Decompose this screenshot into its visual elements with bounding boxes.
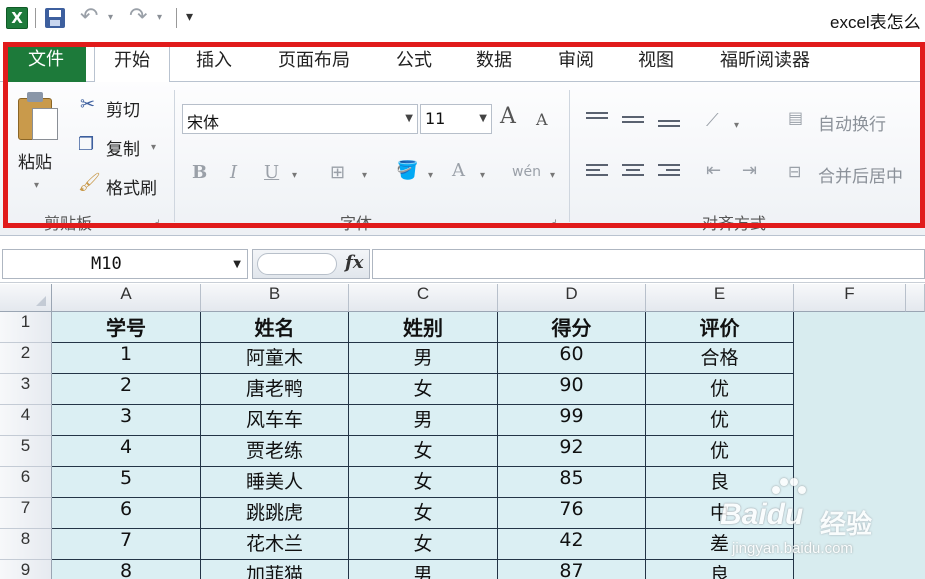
column-header[interactable]: E: [646, 284, 794, 312]
table-cell[interactable]: 加菲猫: [201, 560, 349, 579]
table-cell[interactable]: 风车车: [201, 405, 349, 436]
table-cell[interactable]: 87: [498, 560, 646, 579]
table-cell[interactable]: 睡美人: [201, 467, 349, 498]
baidu-jingyan-watermark: Baidu 经验 jingyan.baidu.com: [712, 478, 912, 578]
table-header-cell[interactable]: 姓别: [349, 312, 498, 343]
table-cell[interactable]: 阿童木: [201, 343, 349, 374]
watermark-cn: 经验: [820, 510, 873, 540]
table-header-cell[interactable]: 得分: [498, 312, 646, 343]
table-cell[interactable]: 85: [498, 467, 646, 498]
window-title: excel表怎么: [830, 13, 921, 32]
customize-toolbar-icon[interactable]: ▾: [186, 9, 193, 25]
undo-icon[interactable]: ↶: [80, 4, 98, 29]
table-cell[interactable]: 男: [349, 343, 498, 374]
table-header-cell[interactable]: 评价: [646, 312, 794, 343]
row-header[interactable]: 8: [0, 529, 52, 560]
table-cell[interactable]: 优: [646, 436, 794, 467]
table-cell[interactable]: 女: [349, 436, 498, 467]
row-header[interactable]: 6: [0, 467, 52, 498]
table-cell[interactable]: 男: [349, 405, 498, 436]
table-cell[interactable]: 女: [349, 529, 498, 560]
undo-dropdown-icon[interactable]: ▾: [108, 12, 113, 23]
excel-app-icon[interactable]: X: [6, 7, 28, 29]
insert-function-icon[interactable]: fx: [345, 252, 363, 273]
table-header-cell[interactable]: 姓名: [201, 312, 349, 343]
name-box[interactable]: M10 ▼: [2, 249, 248, 279]
redo-dropdown-icon[interactable]: ▾: [157, 12, 162, 23]
table-cell[interactable]: 90: [498, 374, 646, 405]
row-header[interactable]: 7: [0, 498, 52, 529]
table-cell[interactable]: 贾老练: [201, 436, 349, 467]
column-header[interactable]: C: [349, 284, 498, 312]
ribbon-highlight-annotation: [3, 42, 925, 228]
table-cell[interactable]: 女: [349, 374, 498, 405]
watermark-url: jingyan.baidu.com: [732, 540, 853, 557]
column-header[interactable]: F: [794, 284, 906, 312]
row-header[interactable]: 2: [0, 343, 52, 374]
toolbar-separator: [176, 8, 177, 28]
excel-window: X ↶ ▾ ↷ ▾ ▾ excel表怎么 文件 开始 插入 页面布局 公式 数据…: [0, 0, 925, 579]
table-header-cell[interactable]: 学号: [52, 312, 201, 343]
row-header[interactable]: 3: [0, 374, 52, 405]
table-cell[interactable]: 99: [498, 405, 646, 436]
table-cell[interactable]: 优: [646, 374, 794, 405]
chevron-down-icon[interactable]: ▼: [233, 259, 241, 270]
table-cell[interactable]: 3: [52, 405, 201, 436]
formula-input[interactable]: [372, 249, 925, 279]
table-cell[interactable]: 1: [52, 343, 201, 374]
formula-controls: fx: [252, 249, 370, 279]
row-header[interactable]: 4: [0, 405, 52, 436]
table-cell[interactable]: 5: [52, 467, 201, 498]
table-cell[interactable]: 76: [498, 498, 646, 529]
table-cell[interactable]: 8: [52, 560, 201, 579]
formula-bar: M10 ▼ fx: [0, 245, 925, 283]
table-cell[interactable]: 合格: [646, 343, 794, 374]
row-header[interactable]: 5: [0, 436, 52, 467]
table-cell[interactable]: 6: [52, 498, 201, 529]
quick-access-toolbar: X ↶ ▾ ↷ ▾ ▾ excel表怎么: [0, 0, 925, 36]
column-header[interactable]: B: [201, 284, 349, 312]
table-cell[interactable]: 60: [498, 343, 646, 374]
table-cell[interactable]: 优: [646, 405, 794, 436]
toolbar-separator: [35, 8, 36, 28]
table-cell[interactable]: 男: [349, 560, 498, 579]
table-cell[interactable]: 花木兰: [201, 529, 349, 560]
table-cell[interactable]: 7: [52, 529, 201, 560]
name-box-value: M10: [91, 254, 122, 274]
column-header[interactable]: D: [498, 284, 646, 312]
table-cell[interactable]: 2: [52, 374, 201, 405]
watermark-brand: Baidu: [720, 498, 804, 531]
table-cell[interactable]: 女: [349, 467, 498, 498]
table-cell[interactable]: 女: [349, 498, 498, 529]
column-header[interactable]: A: [52, 284, 201, 312]
save-icon[interactable]: [45, 8, 65, 28]
table-cell[interactable]: 42: [498, 529, 646, 560]
column-header[interactable]: [906, 284, 925, 312]
redo-icon[interactable]: ↷: [129, 4, 147, 29]
table-cell[interactable]: 92: [498, 436, 646, 467]
row-header[interactable]: 1: [0, 312, 52, 343]
table-cell[interactable]: 跳跳虎: [201, 498, 349, 529]
table-cell[interactable]: 4: [52, 436, 201, 467]
select-all-button[interactable]: [0, 284, 52, 312]
row-header[interactable]: 9: [0, 560, 52, 579]
formula-resize-handle[interactable]: [257, 253, 337, 275]
table-cell[interactable]: 唐老鸭: [201, 374, 349, 405]
